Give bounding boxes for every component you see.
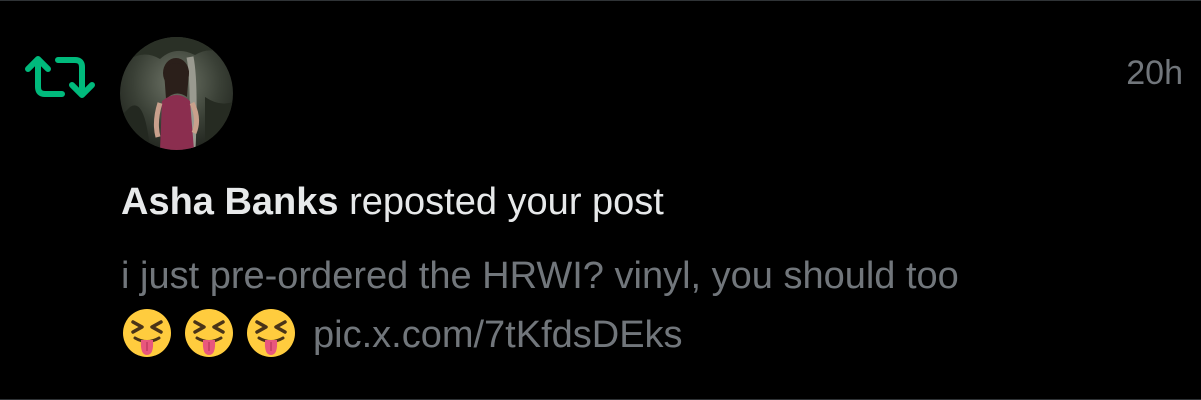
user-name-link[interactable]: Asha Banks bbox=[121, 181, 339, 223]
media-link[interactable]: pic.x.com/7tKfdsDEks bbox=[313, 314, 683, 356]
post-text: i just pre-ordered the HRWI? vinyl, you … bbox=[121, 255, 959, 297]
avatar[interactable] bbox=[120, 37, 233, 150]
repost-notification[interactable]: 20h Asha Banks reposted your post i just… bbox=[0, 0, 1201, 400]
action-text: reposted your post bbox=[349, 181, 664, 223]
squinting-tongue-emoji bbox=[183, 307, 235, 359]
squinting-tongue-emoji bbox=[245, 307, 297, 359]
post-preview[interactable]: i just pre-ordered the HRWI? vinyl, you … bbox=[121, 247, 1191, 365]
timestamp[interactable]: 20h bbox=[1126, 53, 1183, 93]
notification-headline: Asha Banks reposted your post bbox=[121, 179, 664, 225]
repost-icon bbox=[24, 53, 96, 101]
squinting-tongue-emoji bbox=[121, 307, 173, 359]
